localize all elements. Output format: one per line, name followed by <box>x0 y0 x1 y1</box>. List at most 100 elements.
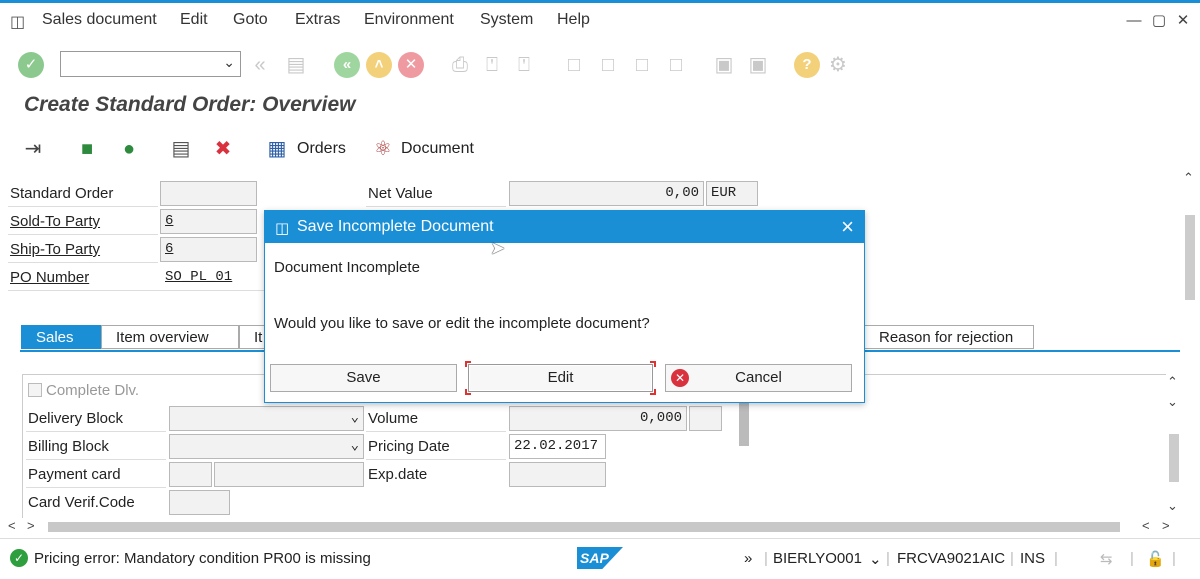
dialog-heading: Document Incomplete <box>274 259 420 276</box>
billing-block-dropdown[interactable]: ⌄ <box>169 434 364 459</box>
volume-unit-field <box>689 406 722 431</box>
scroll-left-icon[interactable]: < <box>1142 518 1150 533</box>
sold-to-party-value: 6 <box>165 213 174 229</box>
exp-date-field[interactable] <box>509 462 606 487</box>
header-vertical-scrollbar[interactable]: ⌃ <box>1182 170 1196 310</box>
previous-page-icon: □ <box>601 54 615 76</box>
row-divider <box>366 206 506 207</box>
card-verif-code-field[interactable] <box>169 490 230 515</box>
lock-icon[interactable]: 🔓 <box>1146 550 1165 568</box>
scroll-up-icon[interactable]: ⌃ <box>1167 374 1178 390</box>
business-partner-icon[interactable]: ■ <box>74 136 100 162</box>
menu-sales-document[interactable]: Sales document <box>42 11 157 29</box>
maximize-icon[interactable]: ▢ <box>1151 13 1167 29</box>
scroll-thumb[interactable] <box>1169 434 1179 482</box>
po-number-label[interactable]: PO Number <box>10 269 89 286</box>
orders-button[interactable]: Orders <box>297 140 346 158</box>
scroll-right-icon[interactable]: > <box>27 518 35 533</box>
cancel-button[interactable]: ✕ Cancel <box>665 364 852 392</box>
scroll-right-icon[interactable]: > <box>1162 518 1170 533</box>
pricing-date-field[interactable]: 22.02.2017 <box>509 434 606 459</box>
menu-goto[interactable]: Goto <box>233 11 268 29</box>
save-button[interactable]: Save <box>270 364 457 392</box>
tab-reason-for-rejection[interactable]: Reason for rejection <box>864 325 1034 349</box>
scroll-down-icon[interactable]: ⌄ <box>1167 394 1178 410</box>
tab-sales[interactable]: Sales <box>21 325 101 349</box>
cancel-label: Cancel <box>735 369 782 386</box>
main-vertical-scrollbar[interactable]: ⌃ ⌄ ⌄ <box>1166 372 1180 518</box>
delete-entry-icon[interactable]: ✖ <box>210 136 236 162</box>
chevron-down-icon[interactable]: ⌄ <box>223 54 235 71</box>
orders-table-icon[interactable]: ▦ <box>264 136 290 162</box>
expand-status-icon[interactable]: » <box>744 550 752 567</box>
focus-corner <box>650 361 656 367</box>
cancel-icon[interactable]: ✕ <box>398 52 424 78</box>
tab-item-overview[interactable]: Item overview <box>101 325 239 349</box>
status-bar: ✓ Pricing error: Mandatory condition PR0… <box>0 538 1200 579</box>
back-icon[interactable]: « <box>334 52 360 78</box>
scroll-up-icon[interactable]: ⌃ <box>1183 170 1194 186</box>
chevron-down-icon[interactable]: ⌄ <box>869 550 882 568</box>
status-message[interactable]: Pricing error: Mandatory condition PR00 … <box>34 550 371 567</box>
payment-card-label: Payment card <box>28 466 121 483</box>
scroll-left-icon[interactable]: < <box>8 518 16 533</box>
chevron-down-icon[interactable]: ⌄ <box>351 409 359 426</box>
save-icon[interactable]: ▤ <box>284 52 308 78</box>
standard-order-field[interactable] <box>160 181 257 206</box>
po-number-value: SO_PL_01 <box>165 269 233 285</box>
edit-button[interactable]: Edit <box>468 364 653 392</box>
dialog-title-bar[interactable]: ◫ Save Incomplete Document × <box>265 211 864 243</box>
user-id[interactable]: BIERLYO001 <box>773 550 862 567</box>
scroll-thumb[interactable] <box>48 522 1120 532</box>
ship-to-party-label[interactable]: Ship-To Party <box>10 241 100 258</box>
back-double-icon: « <box>254 54 266 76</box>
menu-edit[interactable]: Edit <box>180 11 208 29</box>
menu-environment[interactable]: Environment <box>364 11 454 29</box>
settings-gear-icon[interactable]: ⚙ <box>826 52 850 78</box>
partner-person-icon[interactable]: ● <box>116 136 142 162</box>
payment-card-number-field[interactable] <box>214 462 364 487</box>
chevron-down-icon[interactable]: ⌄ <box>351 437 359 454</box>
document-flow-icon[interactable]: ⚛ <box>370 136 396 162</box>
status-separator: | <box>1010 550 1014 567</box>
menu-extras[interactable]: Extras <box>295 11 340 29</box>
help-icon[interactable]: ? <box>794 52 820 78</box>
save-incomplete-dialog: ◫ Save Incomplete Document × Document In… <box>264 210 865 403</box>
enter-icon[interactable]: ✓ <box>18 52 44 78</box>
command-field[interactable]: ⌄ <box>60 51 241 77</box>
cancel-icon: ✕ <box>671 369 689 387</box>
close-icon[interactable]: × <box>841 214 854 240</box>
dialog-menu-icon[interactable]: ◫ <box>275 219 289 237</box>
scroll-thumb[interactable] <box>739 402 749 446</box>
complete-dlv-checkbox[interactable] <box>28 383 42 397</box>
panel-vertical-scrollbar[interactable] <box>736 400 750 448</box>
payment-card-type-field[interactable] <box>169 462 212 487</box>
new-session-icon: ▣ <box>714 54 734 76</box>
scroll-down-icon[interactable]: ⌄ <box>1167 498 1178 514</box>
menu-system[interactable]: System <box>480 11 533 29</box>
ship-to-party-value: 6 <box>165 241 174 257</box>
ship-to-party-field[interactable]: 6 <box>160 237 257 262</box>
row-divider <box>8 234 158 235</box>
horizontal-scrollbar[interactable]: < > < > <box>0 516 1200 536</box>
transaction-code[interactable]: FRCVA9021AIC <box>897 550 1005 567</box>
insert-mode[interactable]: INS <box>1020 550 1045 567</box>
exp-date-label: Exp.date <box>368 466 428 483</box>
close-window-icon[interactable]: ✕ <box>1175 13 1191 29</box>
scroll-thumb[interactable] <box>1185 215 1195 300</box>
sync-icon: ⇆ <box>1100 551 1113 568</box>
menu-icon[interactable]: ◫ <box>10 12 25 32</box>
document-button[interactable]: Document <box>401 140 474 158</box>
dialog-title: Save Incomplete Document <box>297 218 494 235</box>
exit-icon[interactable]: ˄ <box>366 52 392 78</box>
menu-help[interactable]: Help <box>557 11 590 29</box>
sold-to-party-label[interactable]: Sold-To Party <box>10 213 100 230</box>
display-doc-header-icon[interactable]: ⇥ <box>20 136 46 162</box>
sold-to-party-field[interactable]: 6 <box>160 209 257 234</box>
minimize-icon[interactable]: — <box>1126 13 1142 29</box>
status-separator: | <box>1054 550 1058 567</box>
display-sales-doc-icon[interactable]: ▤ <box>168 136 194 162</box>
delivery-block-dropdown[interactable]: ⌄ <box>169 406 364 431</box>
po-number-field[interactable]: SO_PL_01 <box>160 265 265 290</box>
sap-logo-text: SAP <box>580 550 609 566</box>
